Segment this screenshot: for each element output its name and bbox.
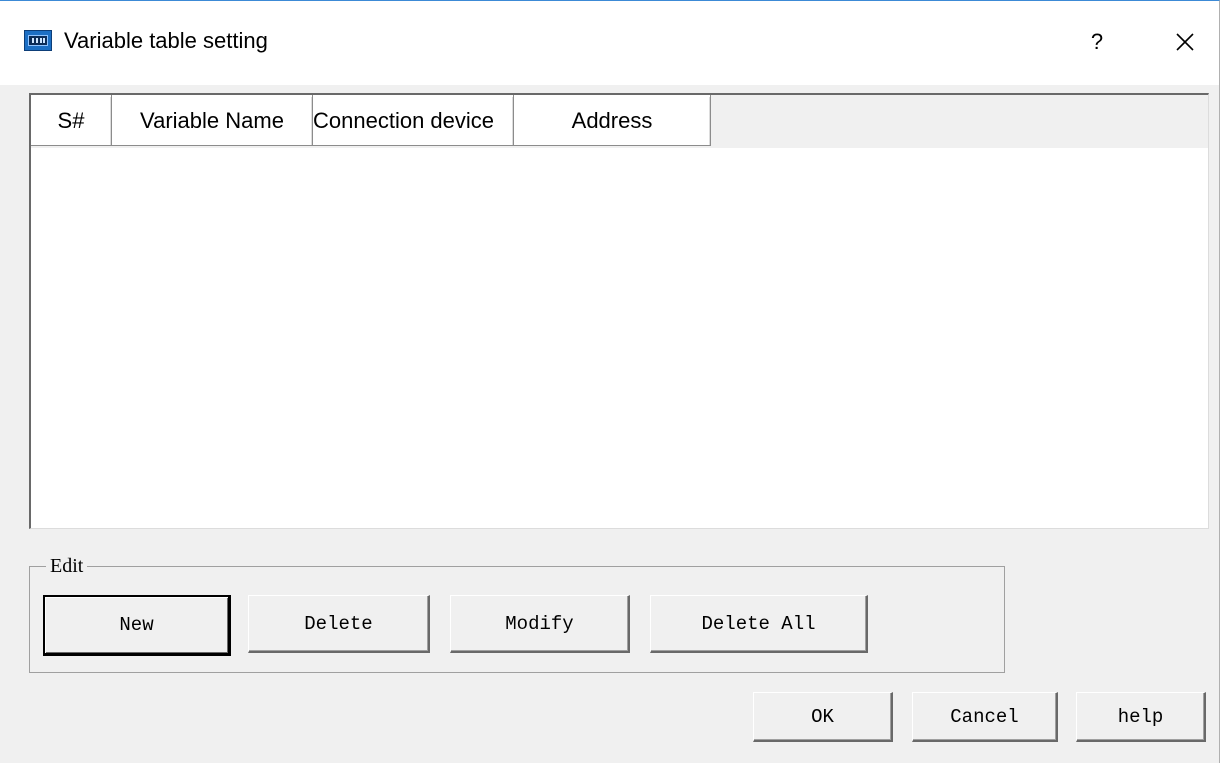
delete-button[interactable]: Delete: [248, 595, 430, 653]
column-header-sn[interactable]: S#: [31, 95, 112, 146]
edit-group: Edit New Delete Modify Delete All: [29, 555, 1005, 673]
modify-button[interactable]: Modify: [450, 595, 630, 653]
question-icon[interactable]: ?: [1082, 27, 1112, 57]
ok-button[interactable]: OK: [753, 692, 893, 742]
column-header-variable-name[interactable]: Variable Name: [112, 95, 313, 146]
hmi-app-icon: [24, 30, 52, 51]
cancel-button[interactable]: Cancel: [912, 692, 1058, 742]
list-header: S# Variable Name Connection device Addre…: [31, 95, 1208, 148]
title-bar[interactable]: Variable table setting ?: [0, 1, 1219, 85]
variable-table-dialog: Variable table setting ? S# Variable Nam…: [0, 0, 1220, 763]
new-button[interactable]: New: [43, 595, 231, 656]
delete-all-button[interactable]: Delete All: [650, 595, 868, 653]
dialog-title: Variable table setting: [64, 28, 268, 53]
close-icon[interactable]: [1170, 27, 1200, 57]
edit-group-label: Edit: [46, 555, 88, 577]
column-header-connection-device[interactable]: Connection device: [313, 95, 514, 146]
help-button[interactable]: help: [1076, 692, 1206, 742]
variable-list[interactable]: S# Variable Name Connection device Addre…: [29, 93, 1209, 529]
column-header-address[interactable]: Address: [514, 95, 711, 146]
